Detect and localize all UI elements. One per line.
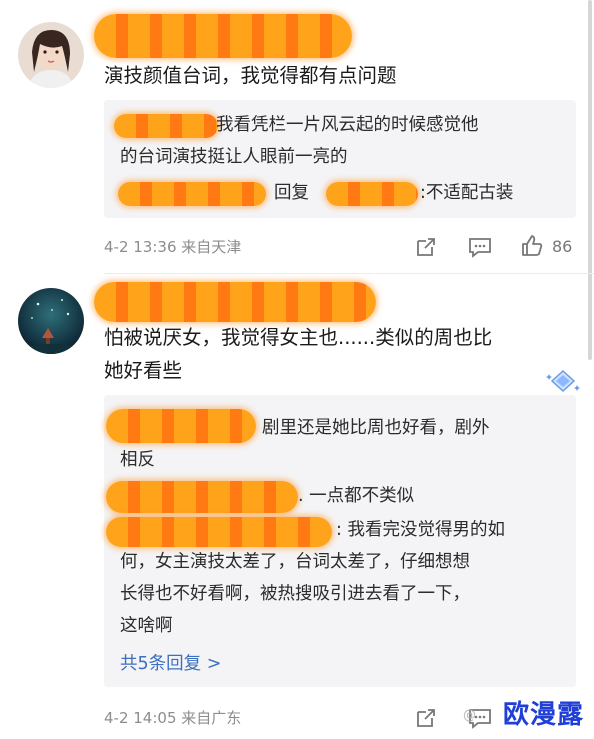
comment-icon[interactable] — [468, 236, 492, 258]
reply-text: 的台词演技挺让人眼前一亮的 — [120, 147, 348, 167]
reply-text: : 我看完没觉得男的如 — [336, 520, 505, 540]
reply-text: 剧里还是她比周也好看，剧外 — [262, 418, 490, 438]
reply-box[interactable]: 我看凭栏一片风云起的时候感觉他 的台词演技挺让人眼前一亮的 回复 :不适配古装 — [104, 100, 576, 218]
reply-text: 我看凭栏一片风云起的时候感觉他 — [216, 115, 479, 135]
avatar[interactable] — [18, 288, 84, 354]
divider — [104, 273, 594, 274]
redacted-username — [94, 14, 352, 58]
like-icon[interactable] — [520, 234, 544, 258]
scrollbar[interactable] — [588, 0, 592, 360]
watermark-handle: @ — [463, 708, 476, 723]
diamond-badge-icon — [546, 368, 580, 398]
share-icon[interactable] — [415, 707, 437, 729]
reply-text: 这啥啊 — [120, 616, 173, 636]
redacted-username — [94, 282, 376, 322]
redacted-username — [106, 481, 298, 513]
share-icon[interactable] — [415, 236, 437, 258]
comment-text: 演技颜值台词，我觉得都有点问题 — [104, 64, 397, 87]
redacted-username — [326, 182, 418, 206]
weibo-comment-thread: 演技颜值台词，我觉得都有点问题 我看凭栏一片风云起的时候感觉他 的台词演技挺让人… — [0, 0, 594, 739]
comment-meta: 4-2 14:05 来自广东 — [104, 709, 242, 727]
reply-text: 长得也不好看啊，被热搜吸引进去看了一下， — [120, 584, 470, 604]
like-count: 86 — [552, 237, 573, 256]
redacted-username — [106, 409, 256, 443]
reply-prefix: 回复 — [274, 183, 309, 203]
redacted-username — [106, 517, 332, 547]
redacted-username — [118, 182, 266, 206]
comment-text: 怕被说厌女，我觉得女主也......类似的周也比 — [104, 326, 493, 349]
watermark-logo: 欧漫露 — [502, 700, 584, 730]
view-more-replies-link[interactable]: 共5条回复 > — [120, 649, 221, 679]
reply-text: 何，女主演技太差了，台词太差了，仔细想想 — [120, 552, 470, 572]
avatar[interactable] — [18, 22, 84, 88]
redacted-username — [114, 114, 218, 138]
reply-box[interactable]: 剧里还是她比周也好看，剧外 相反 . 一点都不类似 : 我看完没觉得男的如 何，… — [104, 395, 576, 687]
reply-text: 相反 — [120, 450, 155, 470]
reply-text: :不适配古装 — [420, 183, 514, 203]
comment-text: 她好看些 — [104, 359, 183, 382]
comment-meta: 4-2 13:36 来自天津 — [104, 238, 242, 256]
reply-text: . 一点都不类似 — [298, 486, 415, 506]
